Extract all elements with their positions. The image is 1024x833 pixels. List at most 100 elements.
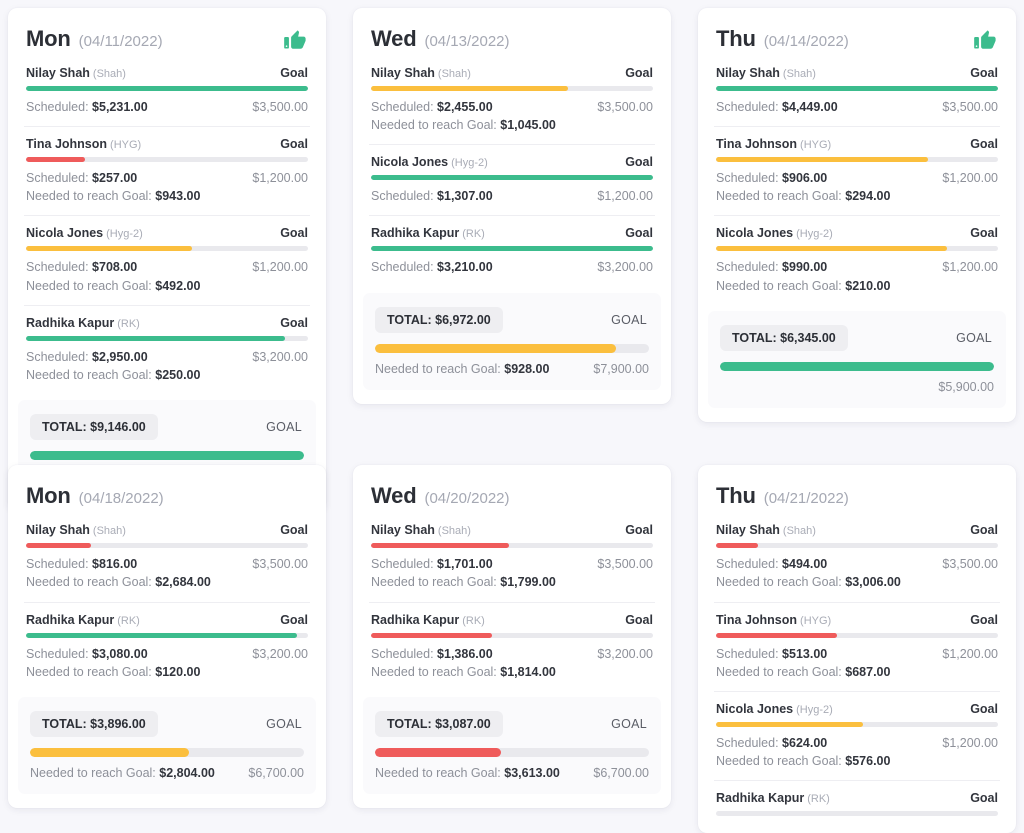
card-header: Thu (04/14/2022) xyxy=(714,24,1000,62)
day-total-progress-fill xyxy=(30,748,189,757)
provider-name-row: Tina Johnson(HYG) Goal xyxy=(716,611,998,629)
day-total-section: TOTAL: $3,087.00GOALNeeded to reach Goal… xyxy=(363,697,661,794)
provider-initials: (Hyg-2) xyxy=(796,228,833,240)
scheduled-amount: $2,950.00 xyxy=(92,350,148,364)
provider-initials: (HYG) xyxy=(110,139,141,151)
scheduled-prefix: Scheduled: xyxy=(371,260,434,274)
scheduled-text: Scheduled: $513.00 xyxy=(716,645,827,663)
provider-name: Nilay Shah xyxy=(26,66,90,80)
card-date-label: (04/21/2022) xyxy=(764,490,849,507)
provider-name-wrap: Radhika Kapur(RK) xyxy=(26,611,140,629)
scheduled-text: Scheduled: $1,386.00 xyxy=(371,645,493,663)
provider-progress-fill xyxy=(371,246,653,251)
needed-prefix: Needed to reach Goal: xyxy=(26,368,152,382)
provider-row: Nicola Jones(Hyg-2)GoalScheduled: $624.0… xyxy=(714,691,1000,780)
provider-row: Radhika Kapur(RK)GoalScheduled: $3,080.0… xyxy=(24,602,310,691)
day-total-progress-bar xyxy=(720,362,994,371)
scheduled-row: Scheduled: $1,701.00$3,500.00 xyxy=(371,555,653,573)
provider-progress-bar xyxy=(716,86,998,91)
provider-name: Nilay Shah xyxy=(371,523,435,537)
provider-name: Radhika Kapur xyxy=(371,226,459,240)
scheduled-amount: $1,307.00 xyxy=(437,189,493,203)
day-total-goal-label: GOAL xyxy=(266,420,304,434)
card-header: Thu(04/21/2022) xyxy=(714,481,1000,519)
day-total-section: TOTAL: $6,345.00 GOAL $5,900.00 xyxy=(708,311,1006,408)
provider-initials: (RK) xyxy=(462,615,485,627)
card-title: Thu (04/14/2022) xyxy=(716,26,849,52)
goal-label: Goal xyxy=(970,791,998,805)
needed-row: Needed to reach Goal: $1,045.00 xyxy=(371,116,653,134)
provider-name-wrap: Tina Johnson(HYG) xyxy=(716,135,831,153)
scheduled-text: Scheduled: $3,080.00 xyxy=(26,645,148,663)
day-total-goal-label: GOAL xyxy=(956,331,994,345)
day-total-footer: Needed to reach Goal: $2,804.00$6,700.00 xyxy=(30,766,304,780)
provider-name-row: Nilay Shah(Shah)Goal xyxy=(716,64,998,82)
day-total-pill: TOTAL: $6,345.00 xyxy=(720,325,848,351)
provider-progress-bar xyxy=(371,543,653,548)
scheduled-amount: $2,455.00 xyxy=(437,100,493,114)
provider-progress-bar xyxy=(716,543,998,548)
provider-goal-amount: $3,500.00 xyxy=(252,98,308,116)
card-day-label: Wed xyxy=(371,26,416,52)
scheduled-prefix: Scheduled: xyxy=(371,557,434,571)
provider-goal-amount: $3,500.00 xyxy=(597,98,653,116)
day-total-header: TOTAL: $3,896.00GOAL xyxy=(30,711,304,737)
provider-goal-amount: $3,200.00 xyxy=(597,645,653,663)
provider-goal-amount: $3,500.00 xyxy=(252,555,308,573)
provider-initials: (Shah) xyxy=(438,525,471,537)
provider-row: Tina Johnson(HYG) Goal Scheduled: $513.00 $… xyxy=(714,602,1000,691)
card-date-label: (04/14/2022) xyxy=(764,33,849,50)
scheduled-prefix: Scheduled: xyxy=(26,260,89,274)
provider-name: Radhika Kapur xyxy=(26,316,114,330)
provider-name: Nicola Jones xyxy=(716,226,793,240)
provider-name: Tina Johnson xyxy=(716,613,797,627)
needed-prefix: Needed to reach Goal: xyxy=(716,665,842,679)
needed-amount: $1,045.00 xyxy=(500,118,556,132)
provider-goal-amount: $1,200.00 xyxy=(942,734,998,752)
goal-label: Goal xyxy=(970,702,998,716)
card-day-label: Mon xyxy=(26,26,71,52)
provider-name-wrap: Nilay Shah(Shah) xyxy=(26,521,126,539)
scheduled-amount: $906.00 xyxy=(782,171,827,185)
provider-row: Nicola Jones(Hyg-2)GoalScheduled: $1,307… xyxy=(369,144,655,215)
goal-label: Goal xyxy=(970,613,998,627)
provider-initials: (HYG) xyxy=(800,615,831,627)
scheduled-text: Scheduled: $2,455.00 xyxy=(371,98,493,116)
card-day-label: Thu xyxy=(716,26,756,52)
thumbs-up-icon xyxy=(282,26,308,52)
scheduled-text: Scheduled: $494.00 xyxy=(716,555,827,573)
needed-prefix: Needed to reach Goal: xyxy=(371,118,497,132)
goal-label: Goal xyxy=(970,226,998,240)
provider-name-row: Nilay Shah(Shah)Goal xyxy=(26,64,308,82)
scheduled-row: Scheduled: $1,307.00$1,200.00 xyxy=(371,187,653,205)
provider-name-wrap: Radhika Kapur(RK) xyxy=(371,611,485,629)
provider-name-wrap: Nilay Shah(Shah) xyxy=(716,521,816,539)
day-total-goal-amount: $5,900.00 xyxy=(938,380,994,394)
provider-name: Nicola Jones xyxy=(26,226,103,240)
scheduled-amount: $708.00 xyxy=(92,260,137,274)
day-total-pill: TOTAL: $3,896.00 xyxy=(30,711,158,737)
provider-goal-amount: $1,200.00 xyxy=(252,258,308,276)
goal-label: Goal xyxy=(625,155,653,169)
goal-label: Goal xyxy=(280,66,308,80)
provider-row: Tina Johnson(HYG)GoalScheduled: $257.00$… xyxy=(24,126,310,215)
scheduled-text: Scheduled: $708.00 xyxy=(26,258,137,276)
scheduled-prefix: Scheduled: xyxy=(26,647,89,661)
provider-row: Nilay Shah(Shah)GoalScheduled: $494.00$3… xyxy=(714,519,1000,601)
card-title: Wed(04/13/2022) xyxy=(371,26,510,52)
provider-name-row: Nicola Jones(Hyg-2) Goal xyxy=(716,224,998,242)
provider-initials: (RK) xyxy=(117,615,140,627)
provider-row: Tina Johnson(HYG)GoalScheduled: $906.00$… xyxy=(714,126,1000,215)
provider-goal-amount: $1,200.00 xyxy=(942,645,998,663)
scheduled-row: Scheduled: $5,231.00$3,500.00 xyxy=(26,98,308,116)
card-header: Mon(04/11/2022) xyxy=(24,24,310,62)
provider-progress-fill xyxy=(371,543,509,548)
scheduled-text: Scheduled: $1,307.00 xyxy=(371,187,493,205)
needed-row: Needed to reach Goal: $687.00 xyxy=(716,663,998,681)
provider-goal-amount: $3,500.00 xyxy=(597,555,653,573)
needed-row: Needed to reach Goal: $943.00 xyxy=(26,187,308,205)
scheduled-row: Scheduled: $624.00$1,200.00 xyxy=(716,734,998,752)
needed-row: Needed to reach Goal: $120.00 xyxy=(26,663,308,681)
goal-label: Goal xyxy=(970,66,998,80)
needed-row: Needed to reach Goal: $576.00 xyxy=(716,752,998,770)
